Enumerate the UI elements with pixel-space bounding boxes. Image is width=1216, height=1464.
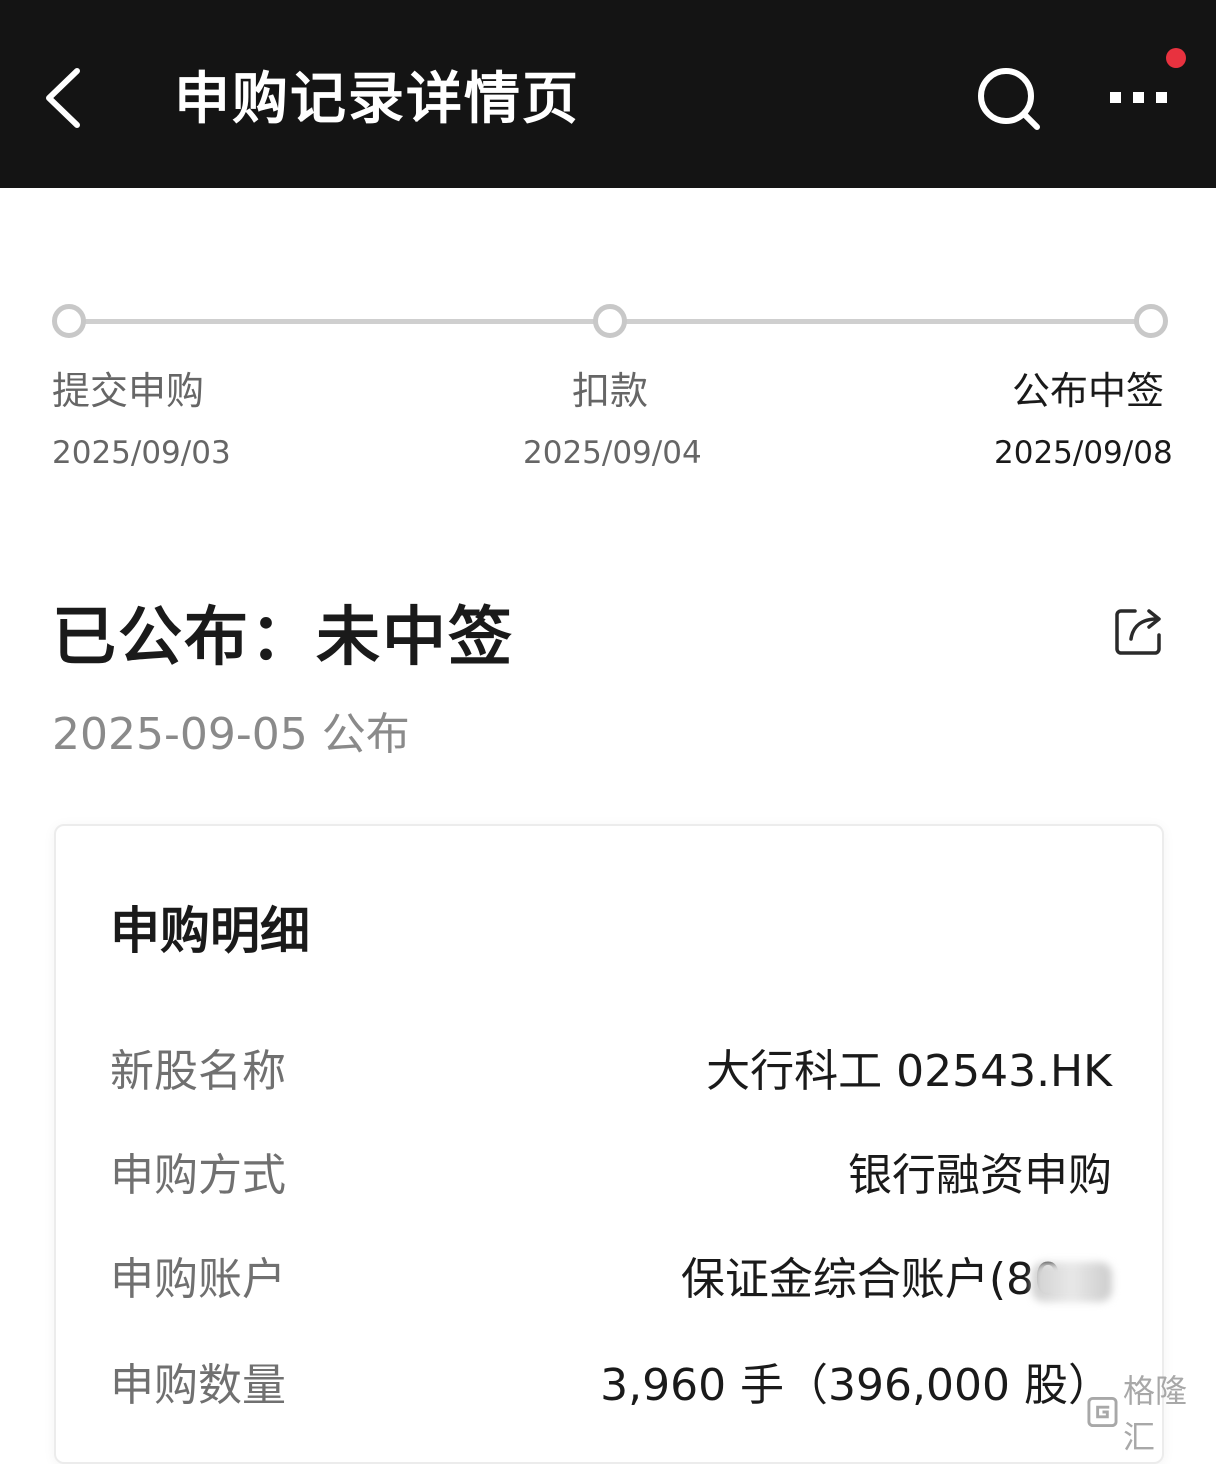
announce-date: 2025-09-05 公布 [52, 709, 410, 760]
card-title: 申购明细 [110, 902, 310, 960]
detail-row-stock-name: 新股名称 大行科工 02543.HK [110, 1042, 1112, 1102]
step-label-deduct: 扣款 [572, 369, 649, 413]
step-node-deduct [593, 304, 627, 338]
step-date-submit: 2025/09/03 [52, 435, 231, 471]
search-icon [978, 68, 1040, 130]
step-date-deduct: 2025/09/04 [523, 435, 702, 471]
back-button[interactable] [28, 58, 98, 138]
redacted-mask [1032, 1262, 1112, 1302]
detail-row-account: 申购账户 保证金综合账户(80 [110, 1250, 1112, 1310]
row-label: 申购方式 [110, 1150, 286, 1201]
page-title: 申购记录详情页 [174, 67, 580, 132]
detail-row-method: 申购方式 银行融资申购 [110, 1146, 1112, 1206]
more-button[interactable] [1098, 56, 1180, 138]
watermark: 格隆汇 [1086, 1372, 1216, 1456]
progress-track [52, 302, 1168, 342]
step-node-announce [1134, 304, 1168, 338]
row-value: 大行科工 02543.HK [706, 1046, 1112, 1097]
share-button[interactable] [1104, 596, 1174, 666]
step-node-submit [52, 304, 86, 338]
result-status-title: 已公布：未中签 [52, 601, 514, 675]
app-header: 申购记录详情页 [0, 0, 1216, 188]
search-button[interactable] [968, 60, 1048, 136]
step-date-announce: 2025/09/08 [994, 435, 1173, 471]
step-label-announce: 公布中签 [1012, 369, 1165, 413]
row-value: 银行融资申购 [848, 1150, 1112, 1201]
gelonghui-logo-icon [1087, 1396, 1118, 1428]
watermark-text: 格隆汇 [1122, 1372, 1187, 1456]
row-value-wrap: 保证金综合账户(80 [681, 1250, 1112, 1310]
share-icon [1115, 609, 1161, 655]
subscription-detail-card: 申购明细 新股名称 大行科工 02543.HK 申购方式 银行融资申购 申购账户… [54, 824, 1164, 1464]
row-label: 申购数量 [110, 1360, 286, 1411]
chevron-left-icon [46, 68, 80, 128]
row-label: 申购账户 [110, 1254, 286, 1305]
notification-dot [1166, 48, 1186, 68]
row-value: 3,960 手（396,000 股） [600, 1360, 1112, 1411]
row-label: 新股名称 [110, 1046, 286, 1097]
more-dots-icon [1110, 92, 1167, 103]
step-label-submit: 提交申购 [52, 369, 205, 413]
account-value: 保证金综合账户(80 [680, 1254, 1062, 1305]
detail-row-quantity: 申购数量 3,960 手（396,000 股） [110, 1356, 1112, 1416]
